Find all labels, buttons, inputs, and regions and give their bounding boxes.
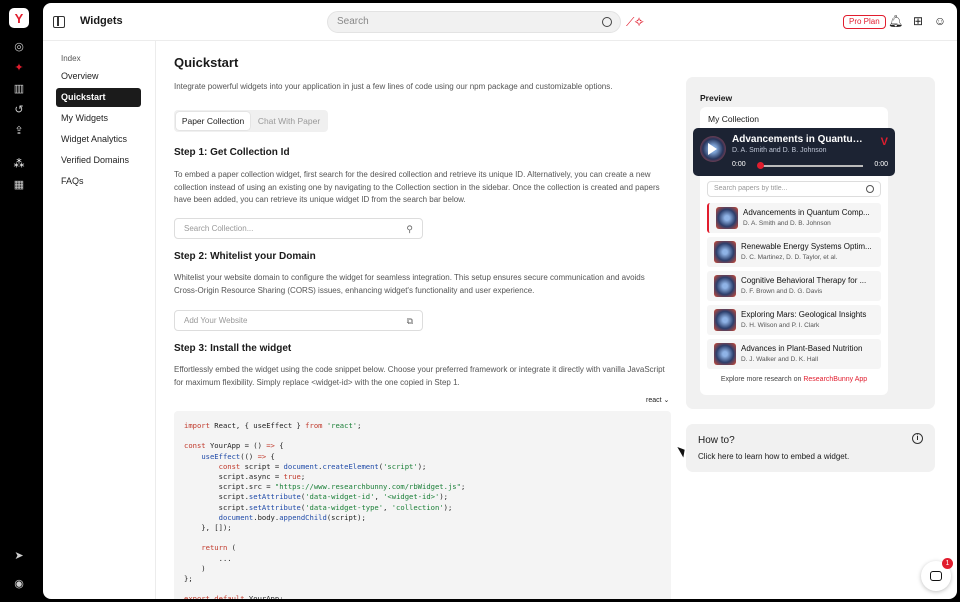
progress-knob[interactable] (757, 162, 764, 169)
nav-item-verified-domains[interactable]: Verified Domains (56, 151, 141, 170)
gift-icon[interactable]: ⊞ (911, 14, 925, 28)
paper-thumbnail (716, 207, 738, 229)
upload-icon[interactable]: ⇪ (12, 124, 26, 138)
paper-search-input[interactable] (714, 185, 854, 192)
nav-item-widget-analytics[interactable]: Widget Analytics (56, 130, 141, 149)
time-total: 0:00 (874, 161, 888, 168)
paper-item[interactable]: Advancements in Quantum Comp... D. A. Sm… (707, 203, 881, 233)
step1-text: To embed a paper collection widget, firs… (174, 170, 660, 204)
search-icon: ⚲ (406, 224, 413, 234)
paper-thumbnail (714, 241, 736, 263)
nav-item-faqs[interactable]: FAQs (56, 172, 141, 191)
progress-bar[interactable] (757, 162, 863, 169)
user-icon[interactable]: ◉ (12, 577, 26, 591)
widget-type-tabs: Paper Collection Chat With Paper (174, 110, 328, 132)
index-label: Index (61, 54, 81, 63)
code-snippet[interactable]: import React, { useEffect } from 'react'… (174, 411, 671, 599)
bell-icon[interactable]: 🔔︎ (888, 14, 903, 28)
info-icon[interactable]: i (912, 433, 923, 444)
framework-select[interactable]: react ⌄ (646, 396, 669, 404)
nav-item-my-widgets[interactable]: My Widgets (56, 109, 141, 128)
tab-chat-with-paper[interactable]: Chat With Paper (252, 112, 326, 130)
paper-title: Exploring Mars: Geological Insights (741, 310, 867, 319)
search-input[interactable] (337, 16, 587, 27)
collection-title: My Collection (708, 114, 760, 124)
account-icon[interactable]: ☺ (933, 14, 947, 28)
widgets-icon[interactable]: ⁂ (12, 157, 26, 171)
app-rail: Y ◎ ✦ ▥ ↺ ⇪ ⁂ ▦ ➤ ◉ (0, 0, 38, 602)
website-field[interactable]: ⧉ (174, 310, 423, 331)
audio-player: Advancements in Quantum... D. A. Smith a… (693, 128, 895, 176)
search-icon (866, 185, 874, 193)
sidebar-toggle-icon[interactable] (53, 16, 65, 28)
how-to-subtitle: Click here to learn how to embed a widge… (698, 452, 850, 461)
step2-title: Step 2: Whitelist your Domain (174, 251, 316, 262)
paper-authors: D. A. Smith and D. B. Johnson (743, 220, 831, 227)
tab-paper-collection[interactable]: Paper Collection (176, 112, 250, 130)
compass-icon[interactable]: ◎ (12, 40, 26, 54)
paper-thumbnail (714, 275, 736, 297)
app-window: Widgets ⟋✧ Pro Plan 🔔︎ ⊞ ☺ Index Overvie… (43, 3, 957, 599)
how-to-card[interactable]: How to? Click here to learn how to embed… (686, 424, 935, 472)
external-link-icon[interactable]: ⧉ (407, 316, 413, 327)
step2-text: Whitelist your website domain to configu… (174, 273, 645, 295)
page-header-title: Widgets (80, 15, 123, 27)
paper-item[interactable]: Exploring Mars: Geological Insights D. H… (707, 305, 881, 335)
nav-item-quickstart[interactable]: Quickstart (56, 88, 141, 107)
chat-launcher[interactable]: 1 (921, 558, 953, 591)
chevron-down-icon: ⌄ (663, 397, 670, 404)
paper-thumbnail (714, 343, 736, 365)
pro-plan-badge[interactable]: Pro Plan (843, 15, 886, 29)
index-nav: Index Overview Quickstart My Widgets Wid… (43, 41, 156, 599)
chat-icon (930, 571, 942, 581)
step3-text: Effortlessly embed the widget using the … (174, 365, 665, 387)
search-icon (602, 17, 612, 27)
explore-text: Explore more research on (720, 376, 804, 383)
magic-wand-icon[interactable]: ⟋✧ (626, 15, 644, 30)
framework-value: react (646, 397, 662, 404)
collection-search-input[interactable] (184, 224, 384, 233)
paper-thumbnail (714, 309, 736, 331)
main-content: Quickstart Integrate powerful widgets in… (156, 41, 676, 599)
paper-authors: D. H. Wilson and P. I. Clark (741, 322, 820, 329)
global-search[interactable] (327, 11, 621, 33)
player-authors: D. A. Smith and D. B. Johnson (732, 147, 827, 154)
player-title: Advancements in Quantum... (732, 134, 867, 145)
paper-search-field[interactable] (707, 181, 881, 197)
paper-authors: D. J. Walker and D. K. Hall (741, 356, 819, 363)
paper-authors: D. C. Martinez, D. D. Taylor, et al. (741, 254, 838, 261)
researchbunny-link[interactable]: ResearchBunny App (803, 376, 867, 383)
paper-item[interactable]: Cognitive Behavioral Therapy for ... D. … (707, 271, 881, 301)
app-logo[interactable]: Y (9, 8, 29, 28)
preview-panel: Preview My Collection Advancements in Qu… (686, 77, 935, 409)
explore-footer: Explore more research on ResearchBunny A… (700, 376, 888, 383)
paper-item[interactable]: Advances in Plant-Based Nutrition D. J. … (707, 339, 881, 369)
history-icon[interactable]: ↺ (12, 103, 26, 117)
send-icon[interactable]: ➤ (12, 549, 26, 563)
how-to-title: How to? (698, 435, 735, 446)
paper-title: Advancements in Quantum Comp... (743, 208, 870, 217)
time-elapsed: 0:00 (732, 161, 746, 168)
step3-title: Step 3: Install the widget (174, 343, 292, 354)
website-input[interactable] (184, 316, 384, 325)
chat-badge: 1 (942, 558, 953, 569)
preview-label: Preview (700, 93, 733, 103)
nav-item-overview[interactable]: Overview (56, 67, 141, 86)
grid-icon[interactable]: ▦ (12, 178, 26, 192)
step1-title: Step 1: Get Collection Id (174, 147, 290, 158)
play-icon[interactable] (708, 143, 717, 155)
library-icon[interactable]: ▥ (12, 82, 26, 96)
page-title: Quickstart (174, 55, 239, 70)
paper-title: Renewable Energy Systems Optim... (741, 242, 872, 251)
paper-item[interactable]: Renewable Energy Systems Optim... D. C. … (707, 237, 881, 267)
sparkle-icon[interactable]: ✦ (12, 61, 26, 75)
logo-icon: V (880, 136, 888, 148)
paper-title: Cognitive Behavioral Therapy for ... (741, 276, 867, 285)
paper-authors: D. F. Brown and D. G. Davis (741, 288, 823, 295)
intro-text: Integrate powerful widgets into your app… (174, 82, 613, 91)
paper-title: Advances in Plant-Based Nutrition (741, 344, 863, 353)
collection-search-field[interactable]: ⚲ (174, 218, 423, 239)
top-bar: Widgets ⟋✧ Pro Plan 🔔︎ ⊞ ☺ (43, 3, 957, 41)
